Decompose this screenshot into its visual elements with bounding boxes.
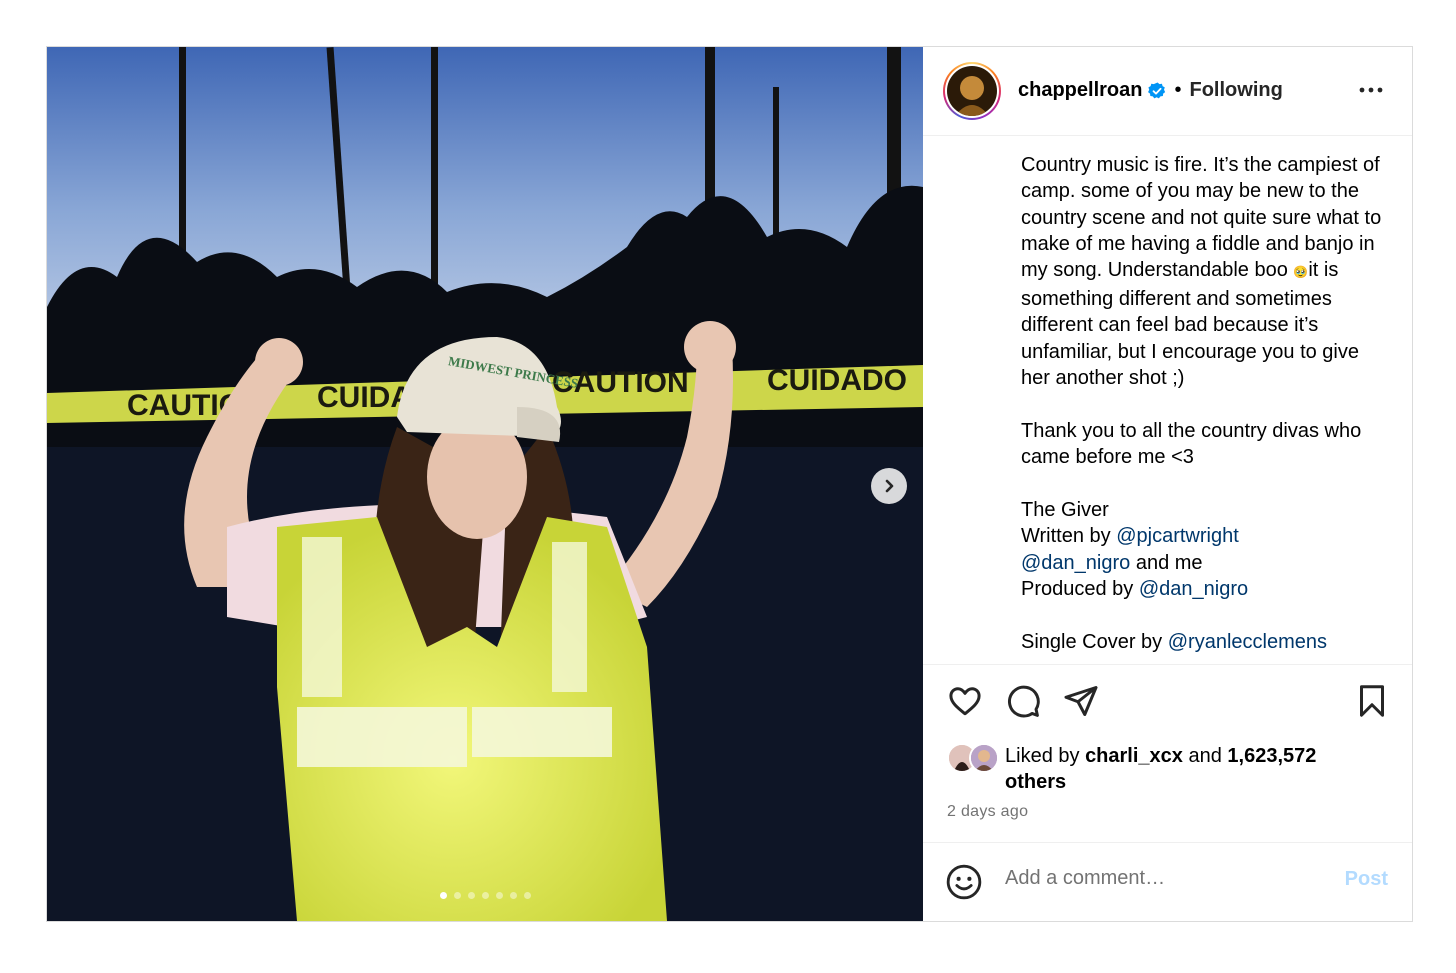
caption-paragraph: Country music is fire. It’s the campiest… bbox=[1021, 152, 1392, 392]
cover-by-label: Single Cover by bbox=[1021, 630, 1168, 653]
comment-bar: Post bbox=[923, 842, 1412, 921]
carousel-dot bbox=[481, 892, 489, 899]
comment-input[interactable] bbox=[1005, 867, 1335, 891]
carousel-dot bbox=[453, 892, 461, 899]
carousel-indicators bbox=[47, 892, 923, 899]
carousel-dot bbox=[439, 892, 447, 899]
mention-link[interactable]: @dan_nigro bbox=[1021, 552, 1130, 574]
carousel-dot bbox=[495, 892, 503, 899]
chevron-right-icon bbox=[885, 479, 894, 493]
comment-icon[interactable] bbox=[1005, 683, 1041, 724]
post-photo: CAUTION CUIDA CAUTION CUIDADO MIDWEST PR… bbox=[47, 47, 923, 921]
liked-by-label: Liked by bbox=[1005, 744, 1086, 767]
caption-writers-line: @dan_nigro and me bbox=[1021, 550, 1392, 576]
caption-produced-by: Produced by @dan_nigro bbox=[1021, 576, 1392, 602]
carousel-dot bbox=[467, 892, 475, 899]
tape-text-4: CUIDADO bbox=[767, 364, 907, 397]
header-separator: • bbox=[1174, 79, 1182, 102]
action-icons bbox=[923, 683, 1412, 723]
verified-badge-icon bbox=[1148, 82, 1166, 100]
post-header: chappellroan • Following bbox=[923, 47, 1412, 136]
likes-text: Liked by charli_xcx and 1,623,572 others bbox=[1005, 743, 1345, 796]
avatar[interactable] bbox=[943, 61, 1001, 120]
more-icon[interactable] bbox=[1358, 77, 1384, 108]
following-button[interactable]: Following bbox=[1190, 79, 1283, 102]
likes-summary: Liked by charli_xcx and 1,623,572 others bbox=[947, 742, 1345, 796]
instagram-post: CAUTION CUIDA CAUTION CUIDADO MIDWEST PR… bbox=[46, 46, 1413, 922]
post-media[interactable]: CAUTION CUIDA CAUTION CUIDADO MIDWEST PR… bbox=[47, 47, 923, 921]
likes-count[interactable]: 1,623,572 bbox=[1227, 745, 1316, 767]
caption-cover-by: Single Cover by @ryanlecclemens bbox=[1021, 629, 1392, 655]
and-label: and bbox=[1182, 744, 1228, 767]
emoji-icon[interactable] bbox=[945, 863, 983, 906]
carousel-next-button[interactable] bbox=[871, 468, 907, 504]
liker-avatars[interactable] bbox=[947, 742, 1001, 773]
written-by-label: Written by bbox=[1021, 525, 1117, 548]
heart-icon[interactable] bbox=[947, 683, 983, 724]
caption-written-by: Written by @pjcartwright bbox=[1021, 523, 1392, 549]
others-label[interactable]: others bbox=[1005, 771, 1066, 793]
post-actions: Liked by charli_xcx and 1,623,572 others… bbox=[923, 663, 1412, 842]
liker-username[interactable]: charli_xcx bbox=[1085, 745, 1183, 767]
produced-by-label: Produced by bbox=[1021, 578, 1139, 601]
post-sidebar: chappellroan • Following Country music i… bbox=[923, 47, 1412, 921]
bookmark-icon[interactable] bbox=[1354, 683, 1390, 724]
avatar-image bbox=[947, 65, 997, 116]
avatar bbox=[969, 742, 999, 773]
post-caption: Country music is fire. It’s the campiest… bbox=[923, 136, 1412, 664]
post-comment-button[interactable]: Post bbox=[1345, 868, 1388, 891]
writers-suffix: and me bbox=[1130, 551, 1203, 574]
tape-text-2: CUIDA bbox=[317, 381, 412, 414]
caption-emoji: 🥹 bbox=[1293, 265, 1309, 280]
author-username[interactable]: chappellroan bbox=[1018, 79, 1142, 102]
mention-link[interactable]: @ryanlecclemens bbox=[1168, 631, 1327, 653]
mention-link[interactable]: @dan_nigro bbox=[1139, 578, 1248, 600]
post-timestamp[interactable]: 2 days ago bbox=[947, 803, 1028, 821]
caption-song-title: The Giver bbox=[1021, 498, 1109, 521]
carousel-dot bbox=[509, 892, 517, 899]
share-icon[interactable] bbox=[1063, 683, 1099, 724]
mention-link[interactable]: @pjcartwright bbox=[1116, 525, 1239, 547]
carousel-dot bbox=[523, 892, 531, 899]
caption-thanks: Thank you to all the country divas who c… bbox=[1021, 419, 1362, 469]
